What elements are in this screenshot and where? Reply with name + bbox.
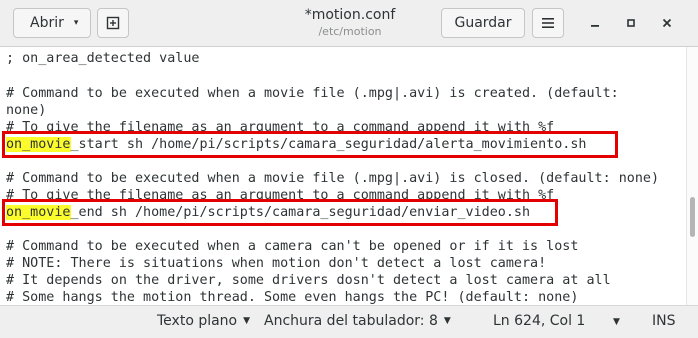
new-tab-icon [106,16,120,30]
new-document-button[interactable] [97,8,129,38]
tab-width-selector[interactable]: Anchura del tabulador: 8 ▼ [264,313,451,329]
editor-line: # It depends on the driver, some drivers… [6,273,611,288]
save-button[interactable]: Guardar [441,8,525,38]
open-button[interactable]: Abrir ▾ [13,8,91,38]
hamburger-menu-icon [542,18,554,28]
minimize-icon [591,25,599,27]
chevron-down-icon: ▼ [243,316,251,326]
chevron-down-icon: ▼ [443,316,451,326]
open-label: Abrir [30,15,64,31]
editor-line-highlighted: on_movie_start sh /home/pi/scripts/camar… [6,136,586,153]
search-highlight: on_movie [6,205,71,220]
maximize-button[interactable] [619,12,643,34]
close-button[interactable] [655,12,679,34]
editor-line: # Command to be executed when a movie fi… [6,86,619,101]
search-highlight: on_movie [6,137,71,152]
editor-line: none) [6,103,47,118]
cursor-position-label: Ln 624, Col 1 [493,313,586,329]
cursor-position[interactable]: Ln 624, Col 1 [493,313,585,329]
editor-line-text: _start sh /home/pi/scripts/camara_seguri… [70,137,587,152]
editor-line: # To give the filename as an argument to… [6,120,555,135]
editor-line: # Some hangs the motion thread. Some eve… [6,290,579,305]
menu-button[interactable] [532,8,564,38]
language-selector[interactable]: Texto plano ▼ [157,313,250,329]
editor-line: # NOTE: There is situations when motion … [6,256,547,271]
status-bar: Texto plano ▼ Anchura del tabulador: 8 ▼… [0,305,698,338]
insert-mode-indicator: INS [652,313,676,329]
header-bar: Abrir ▾ *motion.conf /etc/motion Guardar [0,0,698,47]
editor-line: # Command to be executed when a camera c… [6,239,579,254]
editor-line: # To give the filename as an argument to… [6,188,555,203]
window-title-block: *motion.conf /etc/motion [270,6,430,40]
chevron-down-icon: ▾ [73,18,79,28]
close-icon [662,18,672,28]
tab-width-label: Anchura del tabulador: 8 [264,313,438,329]
editor-line: # Command to be executed when a movie fi… [6,171,660,186]
vertical-scrollbar[interactable] [686,47,698,305]
scrollbar-thumb[interactable] [690,197,695,237]
editor-line: ; on_area_detected value [6,51,200,66]
minimize-button[interactable] [583,12,607,34]
editor-line-text: _end sh /home/pi/scripts/camara_segurida… [70,205,531,220]
editor-line-highlighted: on_movie_end sh /home/pi/scripts/camara_… [6,204,530,221]
text-editor[interactable]: ; on_area_detected value # Command to be… [0,47,686,305]
window-title: *motion.conf [304,7,396,23]
window-subtitle: /etc/motion [318,25,382,38]
maximize-icon [627,19,635,27]
language-label: Texto plano [157,313,238,329]
chevron-down-icon[interactable]: ▼ [613,317,620,327]
